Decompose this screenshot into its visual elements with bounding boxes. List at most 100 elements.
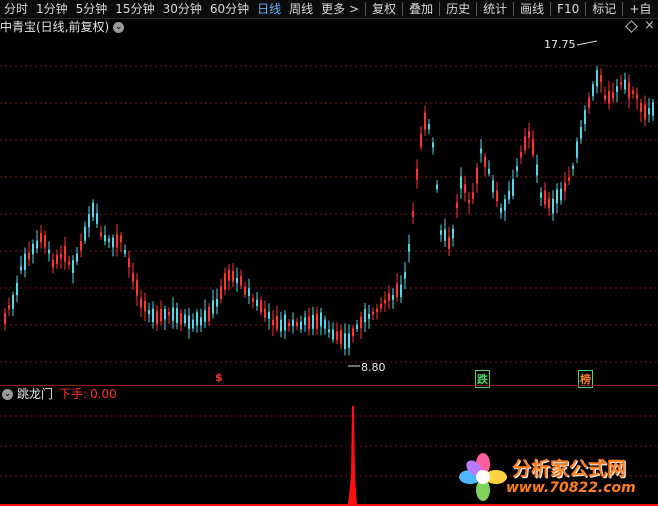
candle-body (252, 298, 254, 302)
adjust-button[interactable]: 复权 (368, 0, 400, 18)
candle-body (132, 272, 134, 282)
candle-body (332, 329, 334, 340)
period-tab-15min[interactable]: 15分钟 (111, 0, 158, 18)
candle-body (240, 276, 242, 286)
candle-body (392, 294, 394, 300)
period-tab-30min[interactable]: 30分钟 (159, 0, 206, 18)
candle-body (640, 102, 642, 112)
candle-body (72, 260, 74, 273)
toolbar-divider (439, 2, 441, 16)
candle-body (32, 243, 34, 255)
candle-body (512, 179, 514, 196)
mark-button[interactable]: 标记 (588, 0, 620, 18)
period-tab-1min[interactable]: 1分钟 (32, 0, 72, 18)
candle-body (560, 188, 562, 201)
candle-body (652, 102, 654, 116)
candle-body (436, 184, 438, 190)
period-tab-weekly[interactable]: 周线 (285, 0, 317, 18)
candle-body (300, 321, 302, 330)
candle-body (552, 198, 554, 214)
candle-body (364, 309, 366, 323)
candle-body (24, 253, 26, 271)
candle-body (192, 319, 194, 329)
candle-body (144, 300, 146, 312)
add-custom-button[interactable]: +自 (625, 0, 655, 18)
high-price-label: 17.75 (544, 38, 576, 51)
candle-body (476, 167, 478, 184)
candle-body (620, 81, 622, 86)
candle-body (464, 184, 466, 194)
candle-body (368, 313, 370, 319)
candle-body (352, 328, 354, 337)
candle-body (148, 310, 150, 315)
candle-body (440, 230, 442, 235)
candle-body (416, 168, 418, 180)
high-pointer-line (576, 40, 598, 46)
candle-body (208, 306, 210, 322)
chevron-down-icon[interactable]: ⌄ (113, 22, 125, 33)
chevron-down-icon[interactable]: ⌄ (2, 389, 13, 400)
candle-body (36, 240, 38, 249)
candle-body (44, 235, 46, 248)
history-button[interactable]: 历史 (442, 0, 474, 18)
candle-body (8, 305, 10, 310)
candle-body (596, 70, 598, 87)
candle-body (460, 176, 462, 189)
candle-body (500, 207, 502, 213)
candle-body (272, 319, 274, 326)
candle-body (360, 316, 362, 329)
candle-body (388, 293, 390, 301)
candle-body (216, 298, 218, 307)
candle-body (632, 90, 634, 95)
statistics-button[interactable]: 统计 (479, 0, 511, 18)
indicator-signal-label: 下手: (59, 387, 88, 401)
period-toolbar: 分时 1分钟 5分钟 15分钟 30分钟 60分钟 日线 周线 更多 > 复权 … (0, 0, 658, 19)
candle-body (296, 321, 298, 327)
candle-body (608, 91, 610, 104)
candle-body (444, 229, 446, 241)
candle-body (348, 333, 350, 348)
candle-body (372, 311, 374, 315)
candle-body (404, 272, 406, 279)
candle-body (184, 314, 186, 324)
draw-line-button[interactable]: 画线 (516, 0, 548, 18)
candle-body (4, 313, 6, 325)
toolbar-divider (513, 2, 515, 16)
candle-body (112, 237, 114, 248)
candle-body (224, 273, 226, 290)
period-tab-5min[interactable]: 5分钟 (72, 0, 112, 18)
candle-body (396, 283, 398, 298)
candle-body (160, 308, 162, 322)
candle-body (156, 311, 158, 325)
chart-title-row: 中青宝(日线,前复权) ⌄ (0, 19, 125, 36)
f10-button[interactable]: F10 (553, 0, 583, 18)
candle-body (324, 319, 326, 329)
candle-body (308, 316, 310, 329)
candle-body (292, 319, 294, 327)
candle-body (124, 249, 126, 254)
candle-body (40, 232, 42, 243)
period-tab-daily[interactable]: 日线 (253, 0, 285, 18)
close-icon[interactable]: × (644, 18, 655, 33)
candle-body (540, 192, 542, 198)
candle-body (84, 226, 86, 241)
candle-body (420, 133, 422, 148)
period-tab-more[interactable]: 更多 > (317, 0, 363, 18)
candle-body (484, 156, 486, 168)
toolbar-divider (585, 2, 587, 16)
flower-logo-icon (459, 453, 507, 501)
price-chart[interactable] (0, 36, 658, 386)
candle-body (96, 213, 98, 224)
diamond-icon[interactable] (625, 20, 638, 33)
candle-body (496, 190, 498, 202)
candle-body (56, 254, 58, 265)
candle-body (648, 108, 650, 115)
period-tab-fenshi[interactable]: 分时 (0, 0, 32, 18)
watermark-title: 分析家公式网 (512, 458, 627, 480)
candle-body (344, 333, 346, 350)
low-price-label: 8.80 (361, 361, 386, 374)
candle-body (268, 311, 270, 319)
candle-body (152, 308, 154, 323)
period-tab-60min[interactable]: 60分钟 (206, 0, 253, 18)
overlay-button[interactable]: 叠加 (405, 0, 437, 18)
